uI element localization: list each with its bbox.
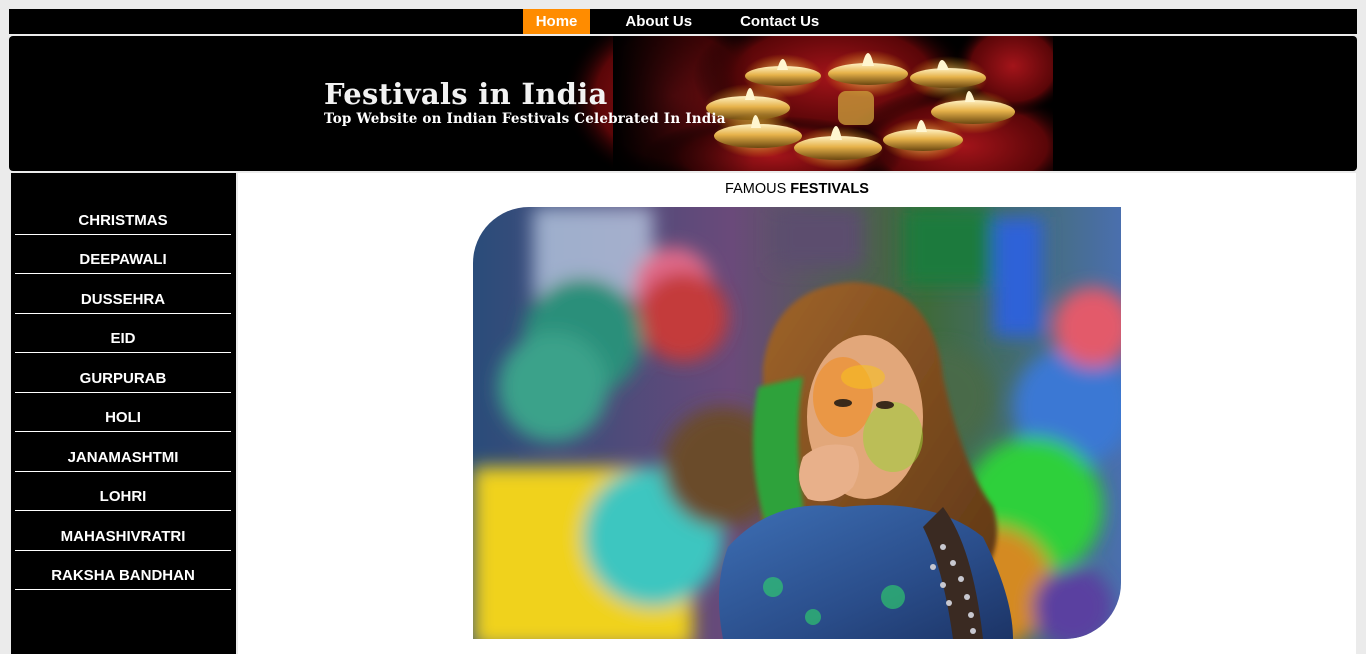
sidebar-item-lohri: LOHRI [15, 472, 231, 511]
sidebar-item-dussehra: DUSSEHRA [15, 274, 231, 314]
sidebar-link[interactable]: GURPURAB [80, 370, 167, 392]
sidebar: CHRISTMAS DEEPAWALI DUSSEHRA EID GURPURA… [11, 173, 236, 654]
sidebar-link[interactable]: CHRISTMAS [78, 212, 167, 234]
sidebar-item-janamashtmi: JANAMASHTMI [15, 432, 231, 472]
sidebar-link[interactable]: DUSSEHRA [81, 291, 165, 313]
site-subtitle: Top Website on Indian Festivals Celebrat… [324, 111, 726, 127]
sidebar-link[interactable]: DEEPAWALI [79, 251, 166, 273]
sidebar-link[interactable]: JANAMASHTMI [68, 449, 179, 471]
holi-festival-photo [473, 207, 1121, 639]
section-title-bold: FESTIVALS [790, 181, 869, 197]
nav-about-us[interactable]: About Us [601, 9, 716, 34]
section-title-prefix: FAMOUS [725, 181, 791, 197]
sidebar-link[interactable]: RAKSHA BANDHAN [51, 567, 195, 589]
sidebar-item-eid: EID [15, 314, 231, 353]
sidebar-item-gurpurab: GURPURAB [15, 353, 231, 393]
main-content: FAMOUS FESTIVALS [238, 173, 1356, 654]
header-banner: Festivals in India Top Website on Indian… [9, 36, 1357, 171]
nav-contact-us[interactable]: Contact Us [716, 9, 843, 34]
top-nav: Home About Us Contact Us [9, 9, 1357, 34]
sidebar-item-christmas: CHRISTMAS [15, 195, 231, 235]
sidebar-menu: CHRISTMAS DEEPAWALI DUSSEHRA EID GURPURA… [11, 173, 236, 590]
sidebar-item-raksha-bandhan: RAKSHA BANDHAN [15, 551, 231, 590]
sidebar-link[interactable]: EID [110, 330, 135, 352]
sidebar-link[interactable]: HOLI [105, 409, 141, 431]
sidebar-item-mahashivratri: MAHASHIVRATRI [15, 511, 231, 551]
sidebar-item-holi: HOLI [15, 393, 231, 432]
nav-home[interactable]: Home [522, 9, 591, 34]
section-title: FAMOUS FESTIVALS [238, 181, 1356, 197]
sidebar-item-deepawali: DEEPAWALI [15, 235, 231, 274]
site-title: Festivals in India [324, 77, 608, 111]
sidebar-link[interactable]: MAHASHIVRATRI [61, 528, 186, 550]
sidebar-link[interactable]: LOHRI [100, 488, 147, 510]
